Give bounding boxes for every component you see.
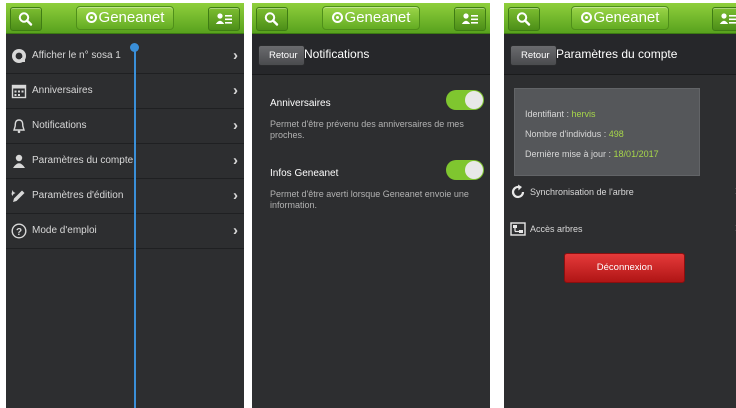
individus-label: Nombre d'individus : bbox=[525, 129, 609, 139]
geneanet-logo[interactable]: Geneanet bbox=[322, 6, 420, 30]
chevron-right-icon: › bbox=[233, 152, 238, 169]
last-update-label: Dernière mise à jour : bbox=[525, 149, 614, 159]
toggle-infos-geneanet[interactable] bbox=[446, 160, 484, 180]
setting-description: Permet d'être averti lorsque Geneanet en… bbox=[270, 189, 469, 210]
menu-item-label: Paramètres d'édition bbox=[32, 190, 124, 201]
side-menu: Afficher le n° sosa 1 › Anniversaires › … bbox=[6, 39, 244, 249]
back-button[interactable]: Retour bbox=[258, 45, 305, 66]
scroll-indicator-handle[interactable] bbox=[130, 43, 139, 52]
toggle-anniversaires[interactable] bbox=[446, 90, 484, 110]
chevron-right-icon: › bbox=[233, 187, 238, 204]
logo-text: Geneanet bbox=[344, 9, 411, 26]
menu-item-label: Notifications bbox=[32, 120, 87, 131]
account-info-box: Identifiant : hervis Nombre d'individus … bbox=[514, 88, 700, 176]
svg-text:?: ? bbox=[16, 227, 22, 238]
top-bar: Geneanet bbox=[252, 3, 490, 34]
user-list-icon bbox=[719, 13, 736, 24]
profile-menu-button[interactable] bbox=[454, 7, 486, 31]
individus-value: 498 bbox=[608, 129, 624, 139]
back-button[interactable]: Retour bbox=[510, 45, 557, 66]
menu-item-label: Anniversaires bbox=[32, 85, 93, 96]
help-icon: ? bbox=[11, 223, 27, 239]
last-update-line: Dernière mise à jour : 18/01/2017 bbox=[525, 149, 659, 159]
menu-item-label: Accès arbres bbox=[530, 224, 583, 234]
sub-header: Retour Notifications bbox=[252, 34, 490, 75]
chevron-right-icon: › bbox=[233, 117, 238, 134]
geneanet-logo-mark bbox=[85, 12, 97, 23]
chevron-right-icon: › bbox=[233, 47, 238, 64]
geneanet-logo[interactable]: Geneanet bbox=[76, 6, 174, 30]
profile-menu-button[interactable] bbox=[208, 7, 240, 31]
chevron-right-icon: › bbox=[233, 82, 238, 99]
search-icon bbox=[264, 12, 279, 26]
top-bar: Geneanet bbox=[6, 3, 244, 34]
geneanet-logo[interactable]: Geneanet bbox=[571, 6, 669, 30]
user-list-icon bbox=[461, 13, 478, 24]
search-icon bbox=[18, 12, 33, 26]
menu-item-label: Synchronisation de l'arbre bbox=[530, 187, 634, 197]
search-button[interactable] bbox=[10, 7, 42, 31]
setting-description: Permet d'être prévenu des anniversaires … bbox=[270, 119, 464, 140]
notifications-screen: Geneanet Retour Notifications Anniversai… bbox=[252, 3, 490, 408]
sub-header: Retour Paramètres du compte bbox=[504, 34, 736, 75]
menu-item-label: Mode d'emploi bbox=[32, 225, 97, 236]
page-title: Paramètres du compte bbox=[556, 47, 678, 61]
geneanet-logo-mark bbox=[331, 12, 343, 23]
menu-item-mode-emploi[interactable]: ? Mode d'emploi › bbox=[6, 214, 244, 249]
menu-screen: Geneanet Afficher le n° sosa 1 › Anniver… bbox=[6, 3, 244, 408]
menu-item-acces-arbres[interactable]: Accès arbres › bbox=[504, 211, 736, 247]
identifiant-value: hervis bbox=[571, 109, 596, 119]
sync-icon bbox=[511, 184, 525, 199]
account-settings-screen: Geneanet Retour Paramètres du compte Ide… bbox=[504, 3, 736, 408]
menu-item-anniversaires[interactable]: Anniversaires › bbox=[6, 74, 244, 109]
logout-button[interactable]: Déconnexion bbox=[564, 253, 685, 283]
edit-icon bbox=[11, 190, 25, 202]
sosa-icon bbox=[12, 49, 26, 63]
bell-icon bbox=[13, 119, 25, 134]
menu-item-parametres-edition[interactable]: Paramètres d'édition › bbox=[6, 179, 244, 214]
profile-menu-button[interactable] bbox=[712, 7, 736, 31]
logo-text: Geneanet bbox=[593, 9, 660, 26]
chevron-right-icon: › bbox=[233, 222, 238, 239]
menu-item-sosa[interactable]: Afficher le n° sosa 1 › bbox=[6, 39, 244, 74]
tree-access-icon bbox=[510, 222, 526, 236]
top-bar: Geneanet bbox=[504, 3, 736, 34]
menu-item-label: Afficher le n° sosa 1 bbox=[32, 50, 121, 61]
menu-item-label: Paramètres du compte bbox=[32, 155, 134, 166]
user-list-icon bbox=[215, 13, 232, 24]
identifiant-label: Identifiant : bbox=[525, 109, 572, 119]
logo-text: Geneanet bbox=[98, 9, 165, 26]
user-icon bbox=[13, 154, 25, 168]
geneanet-logo-mark bbox=[580, 12, 592, 23]
menu-item-synchronisation[interactable]: Synchronisation de l'arbre › bbox=[504, 174, 736, 210]
individus-line: Nombre d'individus : 498 bbox=[525, 129, 624, 139]
menu-item-parametres-compte[interactable]: Paramètres du compte › bbox=[6, 144, 244, 179]
identifiant-line: Identifiant : hervis bbox=[525, 109, 596, 119]
menu-item-notifications[interactable]: Notifications › bbox=[6, 109, 244, 144]
search-button[interactable] bbox=[508, 7, 540, 31]
search-button[interactable] bbox=[256, 7, 288, 31]
scroll-indicator-line[interactable] bbox=[134, 47, 136, 408]
page-title: Notifications bbox=[304, 47, 370, 61]
search-icon bbox=[516, 12, 531, 26]
last-update-value: 18/01/2017 bbox=[613, 149, 659, 159]
calendar-icon bbox=[11, 84, 27, 99]
